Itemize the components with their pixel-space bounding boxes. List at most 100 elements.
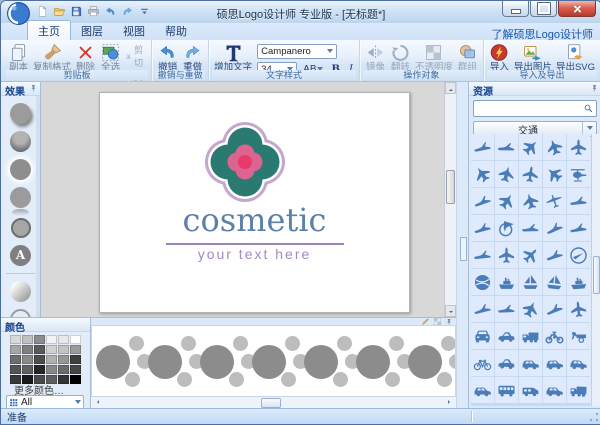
quatrefoil-logo[interactable] — [204, 119, 286, 205]
resource-icon-plane-side[interactable] — [543, 242, 566, 268]
resource-icon-retro[interactable] — [495, 350, 518, 376]
effect-reflection[interactable] — [10, 187, 31, 208]
logo-tagline[interactable]: your text here — [100, 246, 409, 262]
color-swatch[interactable] — [10, 335, 21, 344]
save-button[interactable] — [69, 4, 84, 19]
resource-icon-plane-side[interactable] — [495, 296, 518, 322]
close-button[interactable] — [558, 1, 596, 17]
color-swatch[interactable] — [70, 365, 81, 374]
resource-icon-plane-side[interactable] — [471, 215, 494, 241]
color-swatch[interactable] — [22, 345, 33, 354]
effect-inner-shadow[interactable] — [10, 131, 31, 152]
color-swatch[interactable] — [70, 345, 81, 354]
resource-icon-plane-c[interactable] — [567, 242, 590, 268]
resource-icon-retro[interactable] — [495, 323, 518, 349]
resource-icon-plane-side[interactable] — [519, 215, 542, 241]
resource-icon-plane[interactable] — [495, 242, 518, 268]
resource-icon-plane-side[interactable] — [495, 134, 518, 160]
resource-icon-van[interactable] — [519, 377, 542, 403]
color-swatch[interactable] — [70, 355, 81, 364]
app-logo-icon[interactable] — [6, 1, 31, 26]
resource-icon-moto[interactable] — [543, 323, 566, 349]
color-swatch[interactable] — [58, 345, 69, 354]
pattern-thumbnail[interactable] — [304, 330, 356, 394]
resource-icon-sail[interactable] — [543, 269, 566, 295]
color-swatch[interactable] — [22, 365, 33, 374]
color-swatch[interactable] — [22, 355, 33, 364]
minimize-button[interactable] — [502, 1, 529, 17]
resource-icon-plane-side[interactable] — [471, 188, 494, 214]
pattern-thumbnail[interactable] — [408, 330, 456, 394]
resource-icon-plane-side[interactable] — [543, 296, 566, 322]
pattern-thumbnail[interactable] — [148, 330, 200, 394]
canvas-area[interactable]: cosmetic your text here — [41, 82, 456, 317]
canvas-vertical-scrollbar[interactable] — [444, 82, 456, 317]
resource-icon-car[interactable] — [567, 350, 590, 376]
new-document-button[interactable] — [35, 4, 50, 19]
color-swatch[interactable] — [46, 335, 57, 344]
resource-icon-ship[interactable] — [495, 269, 518, 295]
resource-icon-plane-side[interactable] — [543, 215, 566, 241]
color-swatch[interactable] — [70, 335, 81, 344]
resources-scrollbar[interactable] — [591, 134, 600, 406]
resource-icon-plane-side[interactable] — [567, 188, 590, 214]
resource-icon-car[interactable] — [543, 377, 566, 403]
logo-wordmark[interactable]: cosmetic — [100, 203, 409, 237]
resource-icon-jet[interactable] — [543, 161, 566, 187]
scroll-down-arrow[interactable] — [445, 305, 456, 317]
resource-icon-plane[interactable] — [567, 134, 590, 160]
resource-icon-sail[interactable] — [519, 269, 542, 295]
pin-icon[interactable] — [29, 84, 38, 93]
pin-icon[interactable] — [590, 84, 599, 93]
search-input[interactable] — [474, 103, 583, 114]
color-swatch[interactable] — [34, 335, 45, 344]
effect-letter[interactable]: A — [10, 245, 31, 266]
color-swatch[interactable] — [34, 355, 45, 364]
color-swatch[interactable] — [58, 335, 69, 344]
resource-icon-jet[interactable] — [519, 296, 542, 322]
resource-icon-plane-side[interactable] — [471, 296, 494, 322]
tab-layers[interactable]: 图层 — [71, 21, 113, 40]
pattern-thumbnail[interactable] — [252, 330, 304, 394]
resource-icon-jet[interactable] — [543, 134, 566, 160]
resource-icon-plane-side[interactable] — [471, 134, 494, 160]
tab-view[interactable]: 视图 — [113, 21, 155, 40]
effect-stroke[interactable] — [11, 218, 31, 238]
color-swatch[interactable] — [10, 345, 21, 354]
color-swatch[interactable] — [34, 365, 45, 374]
color-swatch[interactable] — [58, 355, 69, 364]
resource-icon-jet[interactable] — [519, 134, 542, 160]
effect-drop-shadow[interactable] — [10, 103, 31, 124]
scroll-up-arrow[interactable] — [445, 82, 456, 94]
pattern-thumbnail[interactable] — [96, 330, 148, 394]
resource-icon-heli[interactable] — [567, 161, 590, 187]
color-swatch[interactable] — [46, 355, 57, 364]
scroll-left-arrow[interactable] — [92, 398, 103, 407]
resource-icon-bike[interactable] — [471, 350, 494, 376]
resource-icon-jet[interactable] — [495, 161, 518, 187]
scroll-thumb[interactable] — [261, 398, 281, 408]
tab-home[interactable]: 主页 — [27, 20, 71, 40]
pattern-thumbnail[interactable] — [356, 330, 408, 394]
color-swatch[interactable] — [46, 345, 57, 354]
maximize-button[interactable] — [530, 1, 557, 17]
color-swatch[interactable] — [22, 335, 33, 344]
resource-icon-car[interactable] — [471, 377, 494, 403]
resource-icon-jet[interactable] — [519, 188, 542, 214]
panel-splitter[interactable] — [456, 82, 468, 408]
print-button[interactable] — [86, 4, 101, 19]
resource-icon-glider[interactable] — [543, 188, 566, 214]
resource-icon-ship[interactable] — [567, 269, 590, 295]
resource-icon-truck[interactable] — [567, 377, 590, 403]
resource-icon-plane[interactable] — [567, 296, 590, 322]
resource-icon-plane-side[interactable] — [567, 215, 590, 241]
resize-grip[interactable] — [588, 411, 600, 423]
tab-help[interactable]: 帮助 — [155, 21, 197, 40]
pattern-thumbnail[interactable] — [200, 330, 252, 394]
search-icon[interactable] — [583, 103, 594, 114]
resource-icon-jet[interactable] — [495, 188, 518, 214]
color-swatch[interactable] — [10, 355, 21, 364]
resource-icon-globe[interactable] — [471, 269, 494, 295]
effect-gradient-fill[interactable] — [10, 281, 31, 302]
color-swatch[interactable] — [46, 365, 57, 374]
